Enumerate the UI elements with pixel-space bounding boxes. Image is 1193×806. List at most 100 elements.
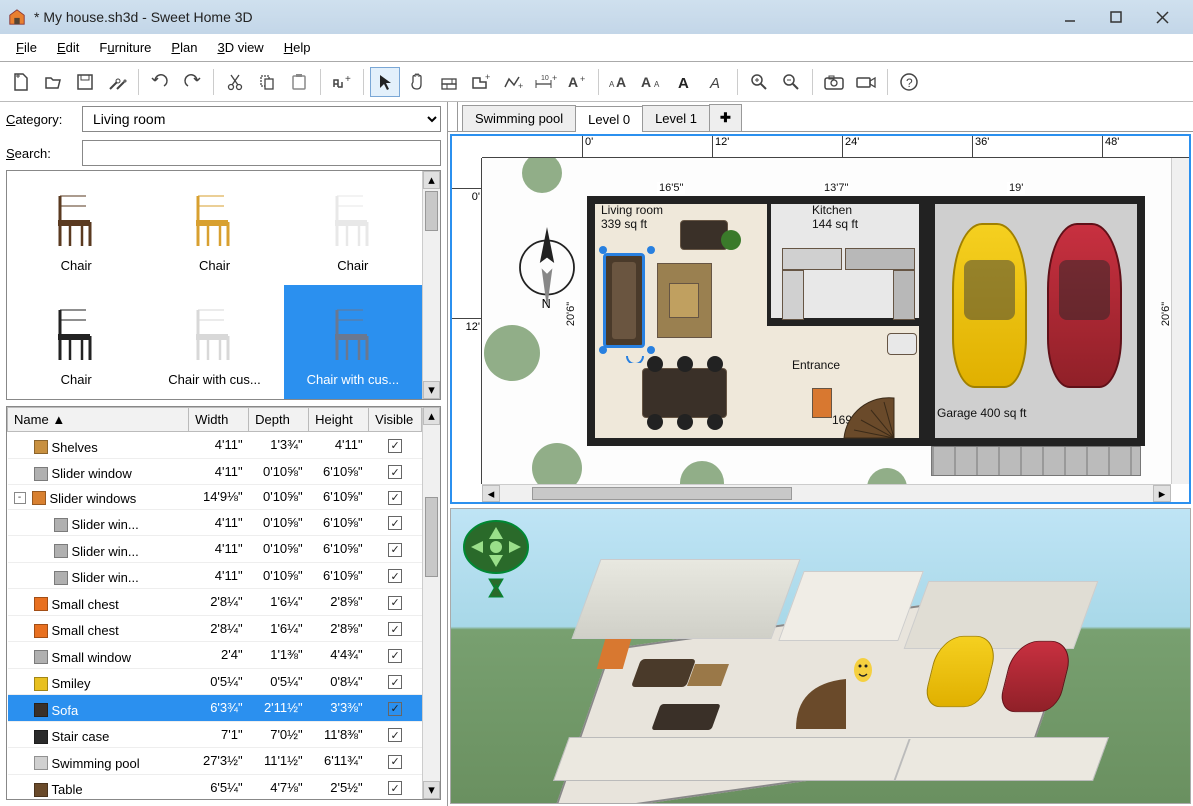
create-dimensions-button[interactable]: 10+ (530, 67, 560, 97)
scroll-down-icon[interactable]: ▾ (423, 381, 440, 399)
scroll-left-icon[interactable]: ◂ (482, 485, 500, 502)
visible-checkbox[interactable]: ✓ (388, 755, 402, 769)
decrease-text-button[interactable]: AA (637, 67, 667, 97)
create-polylines-button[interactable]: + (498, 67, 528, 97)
menu-3d-view[interactable]: 3D view (207, 37, 273, 58)
table-row[interactable]: Slider win... 4'11"0'10⅝"6'10⅝" ✓ (8, 509, 422, 536)
coffee-table[interactable] (669, 283, 699, 318)
close-button[interactable] (1139, 2, 1185, 32)
table-row[interactable]: Swimming pool 27'3½"11'1½"6'11¾" ✓ (8, 748, 422, 775)
visible-checkbox[interactable]: ✓ (388, 465, 402, 479)
scrollbar-thumb[interactable] (532, 487, 792, 500)
scroll-up-icon[interactable]: ▴ (423, 171, 440, 189)
menu-furniture[interactable]: Furniture (89, 37, 161, 58)
catalog-item[interactable]: Chair with cus... (145, 285, 283, 399)
scrollbar-thumb[interactable] (425, 497, 438, 577)
zoom-in-button[interactable] (744, 67, 774, 97)
preferences-button[interactable] (102, 67, 132, 97)
search-input[interactable] (82, 140, 441, 166)
table-row[interactable]: Sofa 6'3¾"2'11½"3'3⅜" ✓ (8, 695, 422, 722)
redo-button[interactable] (177, 67, 207, 97)
splitter-handle[interactable] (452, 102, 458, 131)
italic-button[interactable]: A (701, 67, 731, 97)
paste-button[interactable] (284, 67, 314, 97)
menu-edit[interactable]: Edit (47, 37, 89, 58)
create-rooms-button[interactable]: + (466, 67, 496, 97)
3d-view[interactable] (450, 508, 1191, 804)
visible-checkbox[interactable]: ✓ (388, 702, 402, 716)
table-row[interactable]: Small chest 2'8¼"1'6¼"2'8⅝" ✓ (8, 615, 422, 642)
toilet[interactable] (887, 333, 917, 355)
catalog-item[interactable]: Chair (7, 171, 145, 285)
table-row[interactable]: Slider window 4'11"0'10⅝"6'10⅝" ✓ (8, 458, 422, 485)
save-button[interactable] (70, 67, 100, 97)
new-button[interactable] (6, 67, 36, 97)
table-scrollbar[interactable]: ▴ ▾ (422, 407, 440, 799)
kitchen-counter[interactable] (782, 248, 842, 270)
plan-canvas[interactable]: N 16'5" 13'7" 19' 20'6" 20'6" (482, 158, 1189, 484)
table-row[interactable]: -Slider windows 14'9⅛"0'10⅝"6'10⅝" ✓ (8, 485, 422, 510)
increase-text-button[interactable]: AA (605, 67, 635, 97)
small-chest[interactable] (812, 388, 832, 418)
bold-button[interactable]: A (669, 67, 699, 97)
catalog-item[interactable]: Chair (7, 285, 145, 399)
copy-button[interactable] (252, 67, 282, 97)
scrollbar-thumb[interactable] (425, 191, 438, 231)
tab-level-1[interactable]: Level 1 (642, 105, 710, 131)
col-width[interactable]: Width (189, 408, 249, 432)
catalog-item[interactable]: Chair with cus... (284, 285, 422, 399)
scroll-down-icon[interactable]: ▾ (423, 781, 440, 799)
catalog-scrollbar[interactable]: ▴ ▾ (422, 171, 440, 399)
plan-view[interactable]: 0' 12' 24' 36' 48' 0' 12' N (450, 134, 1191, 504)
plan-hscrollbar[interactable]: ◂ ▸ (482, 484, 1171, 502)
add-furniture-button[interactable]: + (327, 67, 357, 97)
help-button[interactable]: ? (894, 67, 924, 97)
visible-checkbox[interactable]: ✓ (388, 781, 402, 795)
create-text-button[interactable]: A+ (562, 67, 592, 97)
category-select[interactable]: Living room (82, 106, 441, 132)
car-yellow[interactable] (952, 223, 1027, 388)
maximize-button[interactable] (1093, 2, 1139, 32)
tree-expander[interactable]: - (14, 492, 26, 504)
3d-nav-control[interactable] (461, 519, 531, 599)
kitchen-counter[interactable] (845, 248, 915, 270)
car-red[interactable] (1047, 223, 1122, 388)
col-height[interactable]: Height (309, 408, 369, 432)
table-row[interactable]: Slider win... 4'11"0'10⅝"6'10⅝" ✓ (8, 562, 422, 589)
undo-button[interactable] (145, 67, 175, 97)
visible-checkbox[interactable]: ✓ (388, 569, 402, 583)
visible-checkbox[interactable]: ✓ (388, 649, 402, 663)
table-row[interactable]: Small chest 2'8¼"1'6¼"2'8⅝" ✓ (8, 589, 422, 616)
table-row[interactable]: Stair case 7'1"7'0½"11'8⅜" ✓ (8, 721, 422, 748)
table-row[interactable]: Small window 2'4"1'1⅜"4'4¾" ✓ (8, 642, 422, 669)
create-photo-button[interactable] (819, 67, 849, 97)
zoom-out-button[interactable] (776, 67, 806, 97)
sofa-selected[interactable] (603, 253, 645, 348)
table-row[interactable]: Smiley 0'5¼"0'5¼"0'8¼" ✓ (8, 668, 422, 695)
visible-checkbox[interactable]: ✓ (388, 543, 402, 557)
create-walls-button[interactable] (434, 67, 464, 97)
table-row[interactable]: Shelves 4'11"1'3¾"4'11" ✓ (8, 432, 422, 459)
kitchen-fridge[interactable] (893, 270, 915, 320)
tab-level-0[interactable]: Level 0 (575, 106, 643, 132)
visible-checkbox[interactable]: ✓ (388, 596, 402, 610)
create-video-button[interactable] (851, 67, 881, 97)
catalog-item[interactable]: Chair (284, 171, 422, 285)
visible-checkbox[interactable]: ✓ (388, 439, 402, 453)
col-visible[interactable]: Visible (369, 408, 422, 432)
staircase[interactable] (839, 388, 899, 443)
col-depth[interactable]: Depth (249, 408, 309, 432)
open-button[interactable] (38, 67, 68, 97)
visible-checkbox[interactable]: ✓ (388, 516, 402, 530)
tab-add-level[interactable]: ✚ (709, 104, 742, 131)
catalog-item[interactable]: Chair (145, 171, 283, 285)
menu-file[interactable]: File (6, 37, 47, 58)
scroll-up-icon[interactable]: ▴ (423, 407, 440, 425)
tab-swimming-pool[interactable]: Swimming pool (462, 105, 576, 131)
visible-checkbox[interactable]: ✓ (388, 728, 402, 742)
scroll-right-icon[interactable]: ▸ (1153, 485, 1171, 502)
visible-checkbox[interactable]: ✓ (388, 491, 402, 505)
visible-checkbox[interactable]: ✓ (388, 675, 402, 689)
menu-plan[interactable]: Plan (161, 37, 207, 58)
menu-help[interactable]: Help (274, 37, 321, 58)
